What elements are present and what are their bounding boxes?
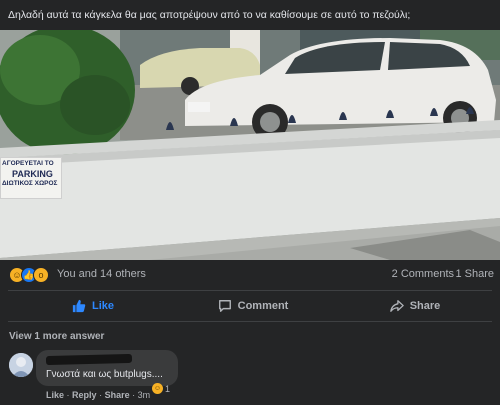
redacted-commenter-name bbox=[45, 353, 133, 366]
sign-line-3: ΔΙΩΤΙΚΟΣ ΧΩΡΟΣ bbox=[2, 180, 58, 187]
share-label: Share bbox=[409, 300, 441, 312]
reaction-summary[interactable]: You and 14 others bbox=[57, 268, 146, 280]
post-text: Δηλαδή αυτά τα κάγκελα θα μας αποτρέψουν… bbox=[8, 9, 411, 21]
comment-bubble: Γνωστά και ως butplugs.... bbox=[36, 350, 178, 386]
like-button[interactable]: Like bbox=[58, 293, 128, 319]
divider bbox=[8, 321, 492, 322]
comment-reply-link[interactable]: Reply bbox=[72, 390, 97, 400]
comments-count[interactable]: 2 Comments bbox=[392, 268, 454, 280]
divider bbox=[8, 290, 492, 291]
reactions-bar: ☺ 👍 o You and 14 others 2 Comments 1 Sha… bbox=[0, 262, 500, 288]
comment-reaction-badge[interactable]: ☺ 1 bbox=[152, 382, 170, 395]
post-photo[interactable]: ΑΓΟΡΕΥΕΤΑΙ ΤΟ PARKING ΔΙΩΤΙΚΟΣ ΧΩΡΟΣ bbox=[0, 30, 500, 260]
photo-scene bbox=[0, 30, 500, 260]
share-count[interactable]: 1 Share bbox=[455, 268, 494, 280]
thumbs-up-icon bbox=[72, 299, 86, 313]
avatar[interactable] bbox=[9, 353, 33, 377]
sign-line-2: PARKING bbox=[12, 169, 53, 179]
comment-text: Γνωστά και ως butplugs.... bbox=[46, 369, 163, 380]
reaction-icons[interactable]: ☺ 👍 o bbox=[9, 267, 53, 283]
parking-sign: ΑΓΟΡΕΥΕΤΑΙ ΤΟ PARKING ΔΙΩΤΙΚΟΣ ΧΩΡΟΣ bbox=[0, 157, 62, 199]
comment-like-link[interactable]: Like bbox=[46, 390, 64, 400]
wow-icon: o bbox=[33, 267, 49, 283]
comment-label: Comment bbox=[237, 300, 289, 312]
view-more-answers-link[interactable]: View 1 more answer bbox=[9, 331, 104, 342]
like-label: Like bbox=[91, 300, 114, 312]
comment-icon bbox=[218, 300, 231, 312]
comment-timestamp[interactable]: 3m bbox=[138, 390, 151, 400]
comment-share-link[interactable]: Share bbox=[105, 390, 130, 400]
share-icon bbox=[389, 300, 404, 312]
comment-button[interactable]: Comment bbox=[208, 293, 298, 319]
sign-line-1: ΑΓΟΡΕΥΕΤΑΙ ΤΟ bbox=[2, 160, 54, 167]
avatar-image bbox=[9, 353, 33, 377]
haha-icon: ☺ bbox=[152, 383, 163, 394]
share-button[interactable]: Share bbox=[380, 293, 450, 319]
comment-reaction-count: 1 bbox=[165, 383, 171, 394]
comment-actions: Like · Reply · Share · 3m bbox=[46, 390, 150, 400]
